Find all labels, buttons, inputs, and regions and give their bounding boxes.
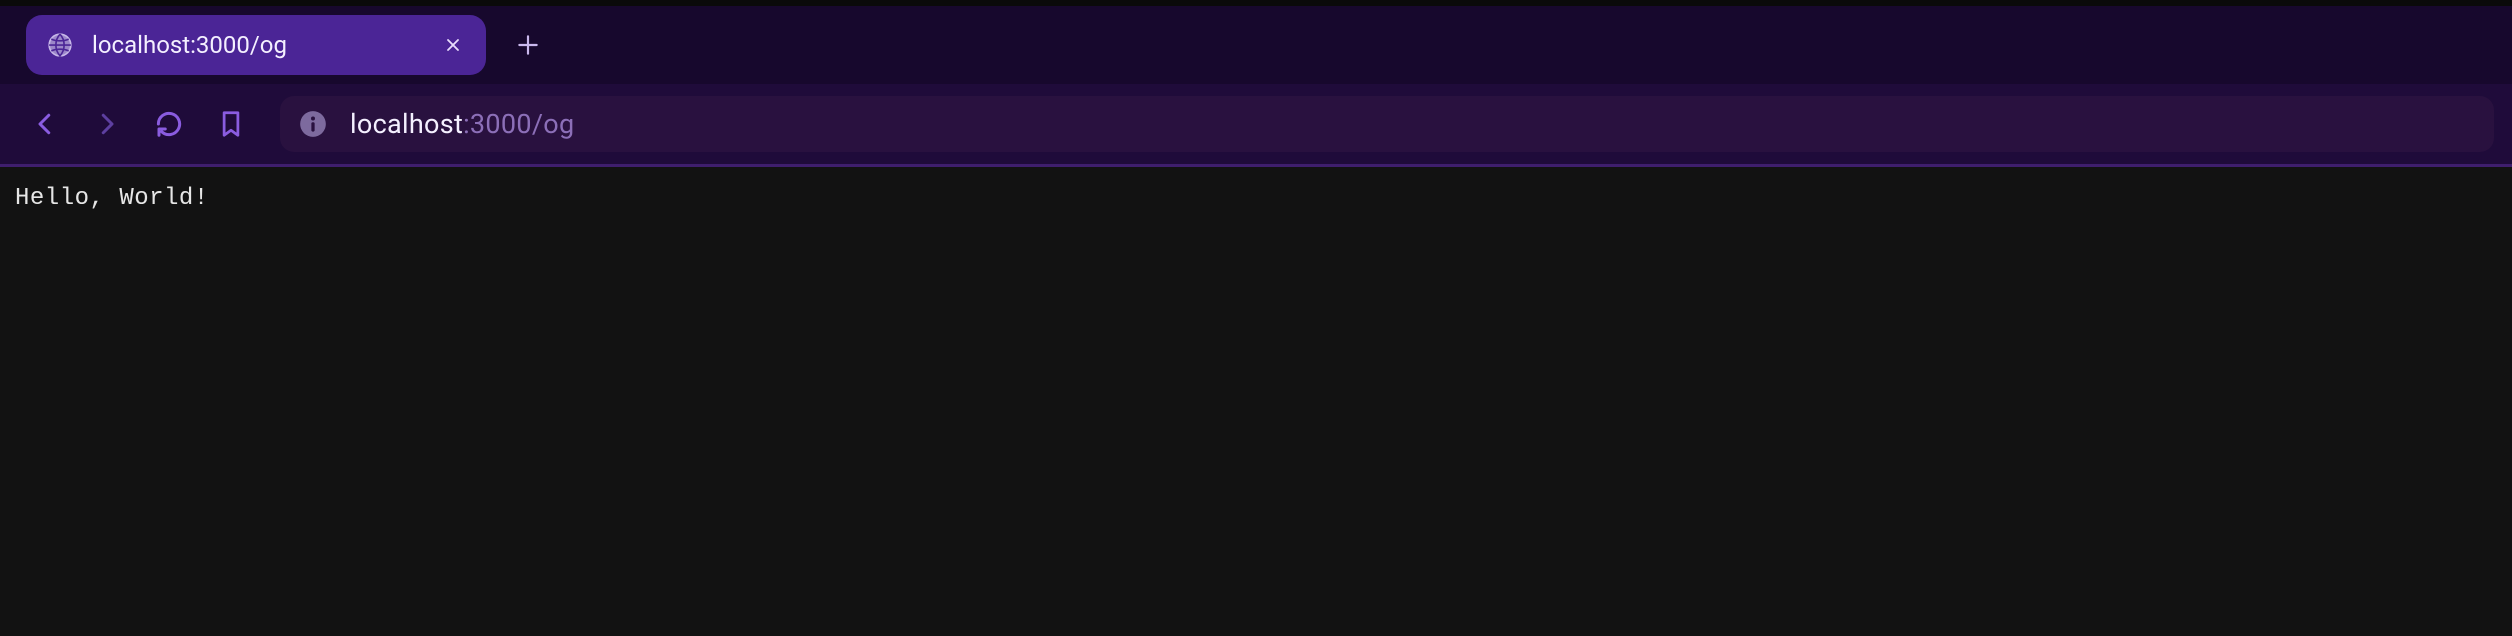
bookmark-button[interactable] — [204, 97, 258, 151]
page-body-text: Hello, World! — [15, 185, 2497, 212]
browser-chrome: localhost:3000/og — [0, 0, 2512, 167]
tab-strip: localhost:3000/og — [0, 6, 2512, 84]
new-tab-button[interactable] — [512, 29, 544, 61]
url-text: localhost:3000/og — [350, 108, 574, 140]
globe-icon — [46, 31, 74, 59]
forward-button[interactable] — [80, 97, 134, 151]
info-icon[interactable] — [298, 109, 328, 139]
url-path: :3000/og — [463, 108, 574, 140]
toolbar: localhost:3000/og — [0, 84, 2512, 164]
address-bar[interactable]: localhost:3000/og — [280, 96, 2494, 152]
back-button[interactable] — [18, 97, 72, 151]
reload-button[interactable] — [142, 97, 196, 151]
tab-title: localhost:3000/og — [92, 31, 422, 59]
close-icon[interactable] — [440, 32, 466, 58]
url-host: localhost — [350, 108, 463, 140]
active-tab[interactable]: localhost:3000/og — [26, 15, 486, 75]
page-viewport: Hello, World! — [0, 167, 2512, 636]
